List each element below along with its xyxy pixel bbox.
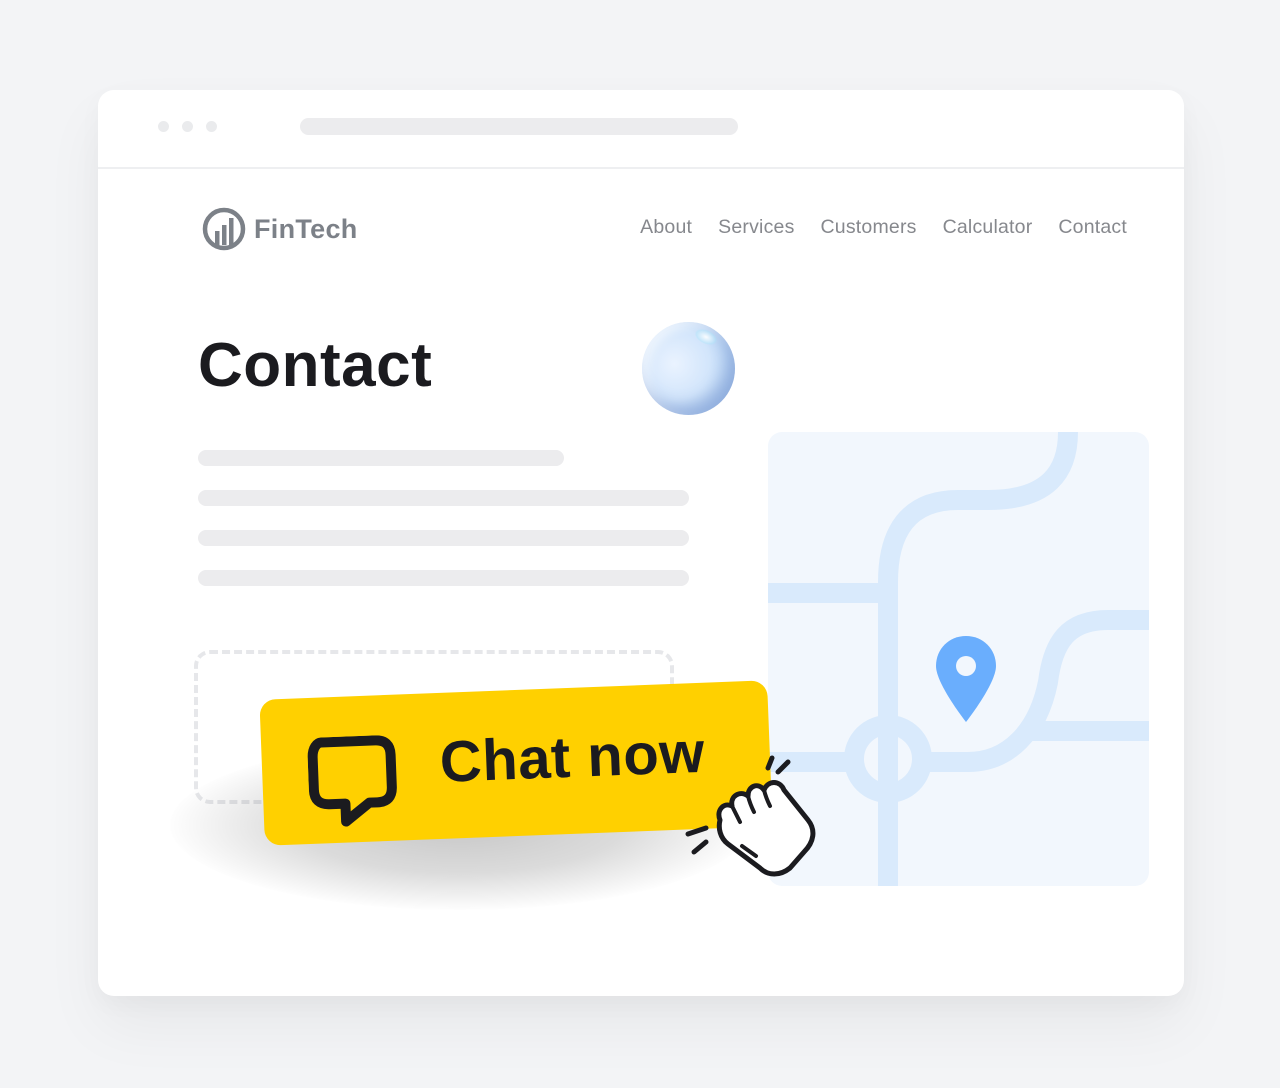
address-bar[interactable]	[300, 118, 738, 135]
chat-now-label: Chat now	[438, 719, 706, 795]
window-dot-1[interactable]	[158, 121, 169, 132]
text-placeholder-line	[198, 490, 689, 506]
window-dot-3[interactable]	[206, 121, 217, 132]
window-dot-2[interactable]	[182, 121, 193, 132]
nav-calculator[interactable]: Calculator	[943, 216, 1033, 239]
hand-click-icon	[685, 755, 816, 877]
main-nav: About Services Customers Calculator Cont…	[640, 216, 1127, 239]
map[interactable]	[768, 432, 1149, 886]
browser-titlebar	[98, 90, 1184, 169]
logo[interactable]: FinTech	[202, 207, 358, 251]
map-roads	[768, 432, 1149, 886]
text-placeholder-line	[198, 570, 689, 586]
page-title: Contact	[198, 331, 433, 400]
decorative-sphere	[642, 322, 735, 415]
nav-about[interactable]: About	[640, 216, 692, 239]
logo-text: FinTech	[254, 213, 358, 244]
bar-chart-circle-icon	[202, 207, 246, 251]
text-placeholder-line	[198, 450, 564, 466]
nav-services[interactable]: Services	[718, 216, 794, 239]
text-placeholder-line	[198, 530, 689, 546]
nav-customers[interactable]: Customers	[821, 216, 917, 239]
location-pin-icon	[936, 636, 996, 722]
chat-bubble-icon	[307, 735, 397, 827]
nav-contact[interactable]: Contact	[1058, 216, 1127, 239]
